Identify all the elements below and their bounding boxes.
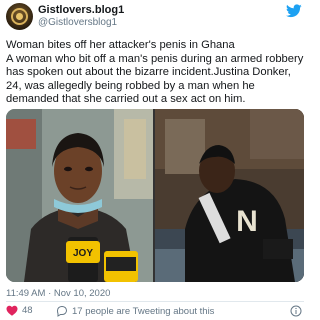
tweet-actions: 48 17 people are Tweeting about this [6,303,304,319]
media-photo-woman[interactable]: JOY [6,109,153,282]
divider [6,301,304,302]
tweet-timestamp[interactable]: 11:49 AM · Nov 10, 2020 [6,288,110,299]
tweet-body: A woman who bit off a man's penis during… [6,52,304,106]
handle[interactable]: @Gistloversblog1 [38,17,117,28]
tweet-headline: Woman bites off her attacker's penis in … [6,39,235,51]
tweeting-about-text: 17 people are Tweeting about this [72,305,215,317]
avatar[interactable] [6,3,33,30]
twitter-bird-icon[interactable] [286,4,302,18]
like-button[interactable]: 48 [6,305,33,316]
tweet-text: Woman bites off her attacker's penis in … [6,39,306,107]
comment-icon [56,306,68,317]
media-photo-man[interactable]: N [155,109,304,282]
conversation-button[interactable]: 17 people are Tweeting about this [56,305,214,317]
display-name[interactable]: Gistlovers.blog1 [38,4,124,16]
info-icon[interactable] [290,305,302,317]
microphone-label: JOY [73,248,93,259]
tweet-media[interactable]: JOY N [6,109,304,282]
tweet-header: Gistlovers.blog1 @Gistloversblog1 [0,0,310,34]
jersey-label: N [236,205,258,238]
jersey-number: N [236,205,258,238]
heart-icon [6,305,18,316]
like-count: 48 [22,305,33,316]
